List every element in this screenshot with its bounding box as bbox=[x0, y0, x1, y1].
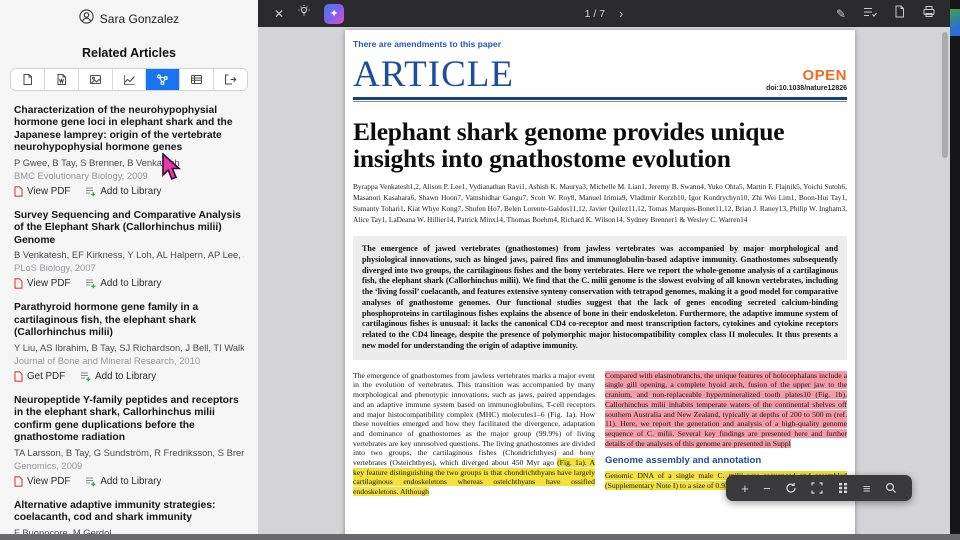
article-authors: Y Liu, AS Ibrahim, B Tay, SJ Richardson,… bbox=[14, 341, 244, 353]
article-journal: Journal of Bone and Mineral Research, 20… bbox=[14, 354, 201, 366]
add-icon bbox=[86, 477, 96, 487]
article-masthead: ARTICLE bbox=[353, 54, 514, 95]
user-account[interactable]: Sara Gonzalez bbox=[0, 0, 258, 29]
paper-author-list: Byrappa Venkatesh1,2, Alison P. Lee1, Vy… bbox=[353, 182, 847, 225]
pdf-file-icon[interactable] bbox=[11, 69, 45, 90]
article-title: Characterization of the neurohypophysial… bbox=[14, 105, 233, 154]
related-graph-icon[interactable] bbox=[146, 69, 181, 90]
document-info-icon[interactable] bbox=[894, 5, 905, 23]
view-pdf-link[interactable]: View PDF bbox=[14, 476, 70, 487]
image-icon[interactable] bbox=[78, 69, 113, 90]
fit-screen-icon[interactable] bbox=[811, 482, 823, 494]
rotate-icon[interactable] bbox=[785, 482, 797, 494]
pink-highlight[interactable]: Compared with elasmobranchs, the unique … bbox=[605, 370, 847, 448]
add-icon bbox=[81, 372, 91, 382]
paper-title: Elephant shark genome provides unique in… bbox=[353, 117, 785, 174]
view-pdf-link[interactable]: View PDF bbox=[14, 278, 70, 289]
pdf-icon bbox=[14, 371, 23, 382]
open-access-badge: OPEN bbox=[802, 67, 847, 84]
table-icon[interactable] bbox=[180, 69, 215, 90]
amendments-link[interactable]: There are amendments to this paper bbox=[353, 39, 847, 49]
article-journal: Genomics, 2009 bbox=[14, 459, 83, 471]
annotation-list-icon[interactable] bbox=[863, 5, 877, 23]
article-title: Survey Sequencing and Comparative Analys… bbox=[14, 209, 241, 246]
list-item[interactable]: Alternative adaptive immunity strategies… bbox=[14, 500, 244, 534]
doi-text: doi:10.1038/nature12826 bbox=[766, 85, 847, 92]
pdf-viewer: ✕ ✦ 1 / 7 › ✎ There are amendments to th… bbox=[258, 0, 950, 540]
annotate-pencil-icon[interactable]: ✎ bbox=[836, 8, 846, 20]
section-title: Related Articles bbox=[81, 46, 177, 60]
bottom-edge-band bbox=[0, 534, 960, 540]
format-toolbar bbox=[10, 68, 248, 91]
background-window-sliver bbox=[950, 9, 960, 36]
next-page-icon[interactable]: › bbox=[619, 7, 623, 20]
pdf-icon bbox=[14, 278, 23, 290]
pdf-page[interactable]: There are amendments to this paper ARTIC… bbox=[345, 30, 855, 540]
article-authors: F Buonocore, M Gerdol bbox=[14, 527, 112, 534]
list-item[interactable]: Neuropeptide Y-family peptides and recep… bbox=[14, 395, 244, 487]
left-column: The emergence of gnathostomes from jawle… bbox=[353, 371, 595, 497]
article-journal: PLoS Biology, 2007 bbox=[14, 262, 96, 274]
related-articles-sidebar: Sara Gonzalez Related Articles Character… bbox=[0, 0, 258, 534]
sparkle-icon: ✦ bbox=[329, 8, 339, 20]
masthead-rule bbox=[353, 97, 847, 102]
article-title: Neuropeptide Y-family peptides and recep… bbox=[14, 394, 239, 443]
search-icon[interactable] bbox=[885, 482, 897, 494]
article-authors: P Gwee, B Tay, S Brenner, B Venkatesh bbox=[14, 156, 180, 168]
page-indicator: 1 / 7 bbox=[584, 7, 606, 20]
print-icon[interactable] bbox=[922, 5, 936, 23]
viewer-toolbar: ✕ ✦ 1 / 7 › ✎ bbox=[258, 0, 950, 27]
list-item[interactable]: Survey Sequencing and Comparative Analys… bbox=[14, 210, 244, 290]
article-authors: TA Larsson, B Tay, G Sundström, R Fredri… bbox=[14, 446, 244, 458]
get-pdf-link[interactable]: Get PDF bbox=[14, 371, 65, 382]
list-item[interactable]: Characterization of the neurohypophysial… bbox=[14, 105, 244, 197]
add-to-library-link[interactable]: Add to Library bbox=[85, 278, 161, 289]
zoom-out-icon[interactable]: − bbox=[763, 482, 771, 495]
pdf-icon bbox=[14, 186, 23, 197]
highlight-bulb-icon[interactable] bbox=[297, 4, 311, 23]
add-to-library-link[interactable]: Add to Library bbox=[85, 476, 161, 487]
app-window: Sara Gonzalez Related Articles Character… bbox=[0, 0, 960, 540]
zoom-in-icon[interactable]: + bbox=[741, 482, 749, 495]
add-to-library-link[interactable]: Add to Library bbox=[85, 186, 161, 197]
body-text: The emergence of gnathostomes from jawle… bbox=[353, 370, 595, 468]
export-icon[interactable] bbox=[214, 69, 247, 90]
add-to-library-link[interactable]: Add to Library bbox=[80, 371, 156, 382]
mouse-cursor bbox=[160, 152, 184, 188]
pdf-zoom-toolbar: + − ≡ bbox=[726, 475, 912, 501]
vertical-scrollbar[interactable] bbox=[942, 32, 948, 158]
section-heading: Genome assembly and annotation bbox=[605, 455, 762, 467]
chart-icon[interactable] bbox=[112, 69, 147, 90]
user-avatar-icon bbox=[79, 9, 94, 29]
window-edge bbox=[950, 0, 960, 540]
outline-icon[interactable]: ≡ bbox=[863, 482, 871, 495]
paper-abstract: The emergence of jawed vertebrates (gnat… bbox=[353, 236, 847, 360]
ai-assistant-button[interactable]: ✦ bbox=[324, 3, 345, 24]
close-icon[interactable]: ✕ bbox=[274, 8, 284, 20]
article-list: Characterization of the neurohypophysial… bbox=[14, 105, 244, 534]
article-journal: BMC Evolutionary Biology, 2009 bbox=[14, 169, 148, 181]
article-title: Parathyroid hormone gene family in a car… bbox=[14, 302, 199, 339]
article-title: Alternative adaptive immunity strategies… bbox=[14, 499, 216, 524]
pdf-icon bbox=[14, 476, 23, 487]
thumbnail-grid-icon[interactable] bbox=[838, 482, 849, 494]
article-authors: B Venkatesh, EF Kirkness, Y Loh, AL Halp… bbox=[14, 249, 244, 261]
word-file-icon[interactable] bbox=[44, 69, 79, 90]
add-icon bbox=[86, 187, 96, 197]
list-item[interactable]: Parathyroid hormone gene family in a car… bbox=[14, 302, 244, 382]
user-name: Sara Gonzalez bbox=[99, 12, 180, 26]
view-pdf-link[interactable]: View PDF bbox=[14, 186, 70, 197]
add-icon bbox=[86, 279, 96, 289]
